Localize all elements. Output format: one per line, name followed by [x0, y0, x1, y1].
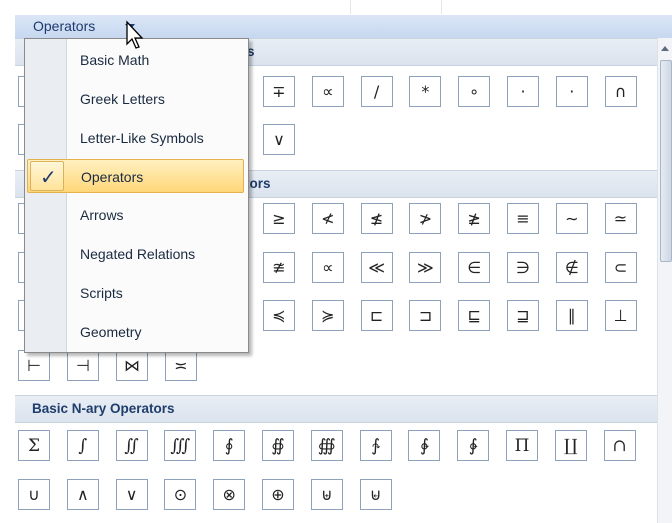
- symbol-button[interactable]: *: [409, 76, 442, 107]
- symbol-button[interactable]: ≱: [458, 203, 491, 234]
- symbol-button[interactable]: ⊑: [458, 300, 491, 331]
- menu-item-geometry[interactable]: Geometry: [27, 315, 244, 349]
- symbol-button[interactable]: ≮: [311, 203, 344, 234]
- symbol-button[interactable]: ⊥: [604, 300, 637, 331]
- symbol-button[interactable]: ≪: [360, 252, 393, 283]
- symbol-button[interactable]: ∰: [310, 430, 343, 461]
- symbol-button[interactable]: ∋: [507, 252, 539, 283]
- symbol-button[interactable]: ≍: [165, 350, 197, 381]
- menu-item-negated-relations[interactable]: Negated Relations: [27, 237, 244, 271]
- symbol-button[interactable]: ≡: [507, 203, 539, 234]
- scroll-up-icon[interactable]: [661, 46, 669, 51]
- symbol-button[interactable]: ∝: [311, 252, 344, 283]
- symbol-button[interactable]: ⊢: [18, 350, 50, 381]
- symbol-button[interactable]: ≇: [263, 252, 295, 283]
- symbol-button[interactable]: ·: [555, 76, 588, 107]
- menu-item-label: Negated Relations: [80, 246, 196, 262]
- menu-item-label: Letter-Like Symbols: [80, 129, 204, 146]
- scroll-thumb[interactable]: [660, 60, 672, 262]
- symbol-button[interactable]: ∬: [115, 430, 148, 461]
- symbol-button[interactable]: ∥: [555, 300, 588, 331]
- symbol-button[interactable]: ∭: [164, 430, 197, 461]
- menu-item-label: Scripts: [80, 284, 123, 301]
- symbol-button[interactable]: ⊣: [67, 350, 99, 381]
- symbol-button[interactable]: ∲: [408, 430, 441, 461]
- mouse-pointer-icon: [126, 20, 144, 49]
- symbol-button[interactable]: ∪: [18, 479, 50, 510]
- symbol-button[interactable]: ∮: [213, 430, 246, 461]
- menu-item-label: Operators: [81, 169, 144, 186]
- symbol-button[interactable]: ∘: [458, 76, 491, 107]
- symbol-button[interactable]: ⊐: [409, 300, 442, 331]
- symbol-button[interactable]: ∯: [262, 430, 294, 461]
- menu-item-greek-letters[interactable]: Greek Letters: [27, 82, 244, 116]
- symbol-button[interactable]: ∩: [604, 76, 637, 107]
- symbol-button[interactable]: Π: [506, 430, 538, 461]
- category-dropdown[interactable]: Operators: [15, 15, 672, 39]
- symbol-button[interactable]: ⊒: [507, 300, 539, 331]
- symbol-button[interactable]: ≰: [360, 203, 393, 234]
- symbol-button[interactable]: ⊂: [604, 252, 637, 283]
- section-title-basic-nary: Basic N-ary Operators: [32, 401, 175, 416]
- category-menu: Basic Math Greek Letters Letter-Like Symbo…: [24, 38, 249, 353]
- menu-item-letter-like-symbols[interactable]: Letter-Like Symbols: [27, 121, 244, 155]
- symbol-button[interactable]: ∐: [554, 430, 587, 461]
- window-edge: [350, 0, 442, 14]
- symbol-button[interactable]: ⊗: [213, 479, 246, 510]
- symbol-button[interactable]: ∼: [555, 203, 588, 234]
- vertical-scrollbar[interactable]: [657, 38, 672, 523]
- symbol-button[interactable]: ⊙: [164, 479, 197, 510]
- symbol-button[interactable]: ∧: [66, 479, 99, 510]
- menu-item-scripts[interactable]: Scripts: [27, 276, 244, 310]
- symbol-button[interactable]: Σ: [18, 430, 50, 461]
- symbol-button[interactable]: /: [360, 76, 393, 107]
- symbol-button[interactable]: ≽: [311, 300, 344, 331]
- symbol-button[interactable]: ≃: [604, 203, 637, 234]
- symbol-button[interactable]: ≥: [263, 203, 295, 234]
- menu-item-label: Greek Letters: [80, 90, 165, 107]
- check-icon: ✓: [40, 165, 57, 190]
- menu-item-label: Geometry: [80, 323, 142, 340]
- category-dropdown-label: Operators: [33, 18, 96, 34]
- symbol-button[interactable]: ∉: [555, 252, 588, 283]
- symbol-button[interactable]: ∫: [66, 430, 99, 461]
- menu-item-label: Arrows: [80, 207, 124, 224]
- menu-item-arrows[interactable]: Arrows: [27, 198, 244, 232]
- symbol-button[interactable]: ≯: [409, 203, 442, 234]
- symbol-button[interactable]: ∱: [359, 430, 392, 461]
- symbol-button[interactable]: ·: [507, 76, 539, 107]
- check-box: ✓: [30, 161, 64, 192]
- symbol-button[interactable]: ∝: [311, 76, 344, 107]
- symbol-button[interactable]: ∓: [263, 76, 295, 107]
- symbol-button[interactable]: ∨: [263, 124, 295, 155]
- symbol-button[interactable]: ⊕: [262, 479, 294, 510]
- symbol-button[interactable]: ≼: [263, 300, 295, 331]
- symbol-button[interactable]: ∈: [458, 252, 491, 283]
- symbol-button[interactable]: ∳: [457, 430, 490, 461]
- menu-item-label: Basic Math: [80, 52, 150, 68]
- symbol-button[interactable]: ≫: [409, 252, 442, 283]
- menu-item-operators[interactable]: ✓ Operators: [27, 159, 244, 194]
- symbol-button[interactable]: ⋈: [116, 350, 148, 381]
- symbol-button[interactable]: ∨: [115, 479, 148, 510]
- symbol-button[interactable]: ⊌: [359, 479, 392, 510]
- symbol-button[interactable]: ⊎: [310, 479, 343, 510]
- section-header-basic-nary: Basic N-ary Operators: [15, 395, 657, 423]
- symbol-button[interactable]: ⊏: [360, 300, 393, 331]
- symbol-button[interactable]: ∩: [603, 430, 636, 461]
